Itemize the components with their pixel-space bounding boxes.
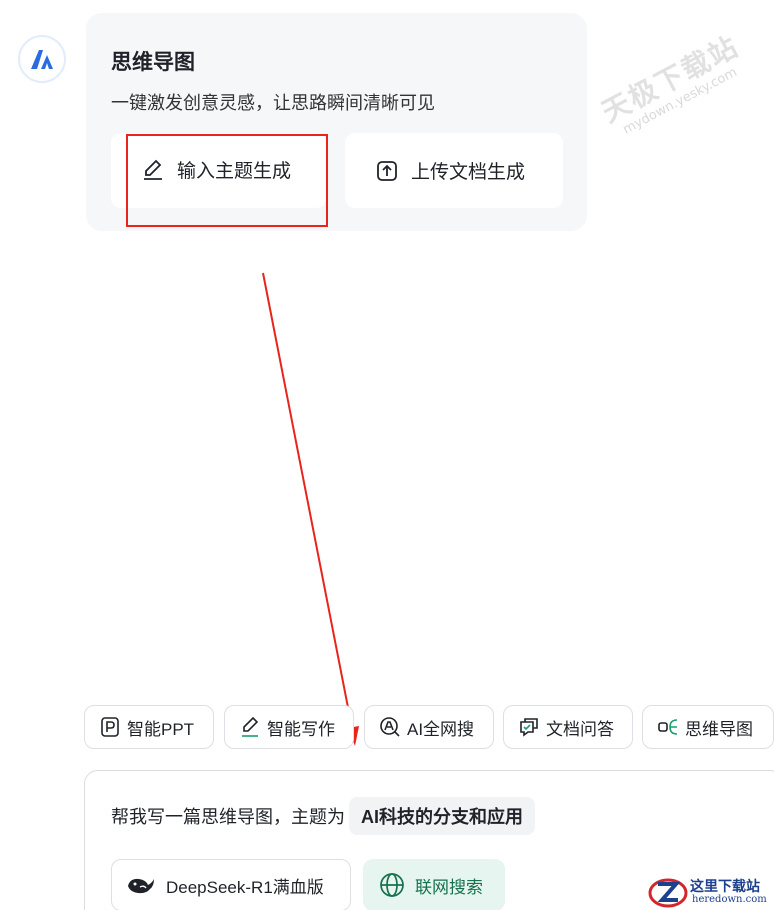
deepseek-whale-icon bbox=[126, 874, 156, 896]
tool-label: AI全网搜 bbox=[407, 719, 475, 739]
tool-label: 智能写作 bbox=[267, 719, 335, 739]
corner-logo-main: 这里下载站 bbox=[690, 879, 760, 895]
tool-mind-map[interactable]: 思维导图 bbox=[642, 705, 774, 749]
model-select-label: DeepSeek-R1满血版 bbox=[166, 877, 324, 897]
model-select-button[interactable]: DeepSeek-R1满血版 bbox=[111, 859, 351, 910]
corner-site-logo: 这里下载站 heredown.com bbox=[640, 872, 774, 910]
mindmap-icon bbox=[657, 716, 679, 738]
z-logo-icon bbox=[648, 878, 688, 908]
ppt-icon bbox=[99, 716, 121, 738]
tool-smart-writing[interactable]: 智能写作 bbox=[224, 705, 354, 749]
tool-label: 文档问答 bbox=[546, 719, 614, 739]
web-search-label: 联网搜索 bbox=[415, 877, 483, 897]
pen-icon bbox=[239, 716, 261, 738]
prompt-prefix: 帮我写一篇思维导图，主题为 bbox=[111, 807, 345, 827]
tool-document-qa[interactable]: 文档问答 bbox=[503, 705, 633, 749]
globe-icon bbox=[379, 872, 405, 898]
tool-label: 思维导图 bbox=[685, 719, 753, 739]
prompt-text[interactable]: 帮我写一篇思维导图，主题为 AI科技的分支和应用 bbox=[111, 797, 535, 835]
chat-doc-icon bbox=[518, 716, 540, 738]
ai-search-icon bbox=[379, 716, 401, 738]
tool-ai-web-search[interactable]: AI全网搜 bbox=[364, 705, 494, 749]
prompt-topic-slot[interactable]: AI科技的分支和应用 bbox=[349, 797, 535, 835]
corner-logo-sub: heredown.com bbox=[692, 894, 767, 905]
tool-label: 智能PPT bbox=[127, 719, 195, 739]
tool-smart-ppt[interactable]: 智能PPT bbox=[84, 705, 214, 749]
web-search-toggle[interactable]: 联网搜索 bbox=[363, 859, 505, 910]
